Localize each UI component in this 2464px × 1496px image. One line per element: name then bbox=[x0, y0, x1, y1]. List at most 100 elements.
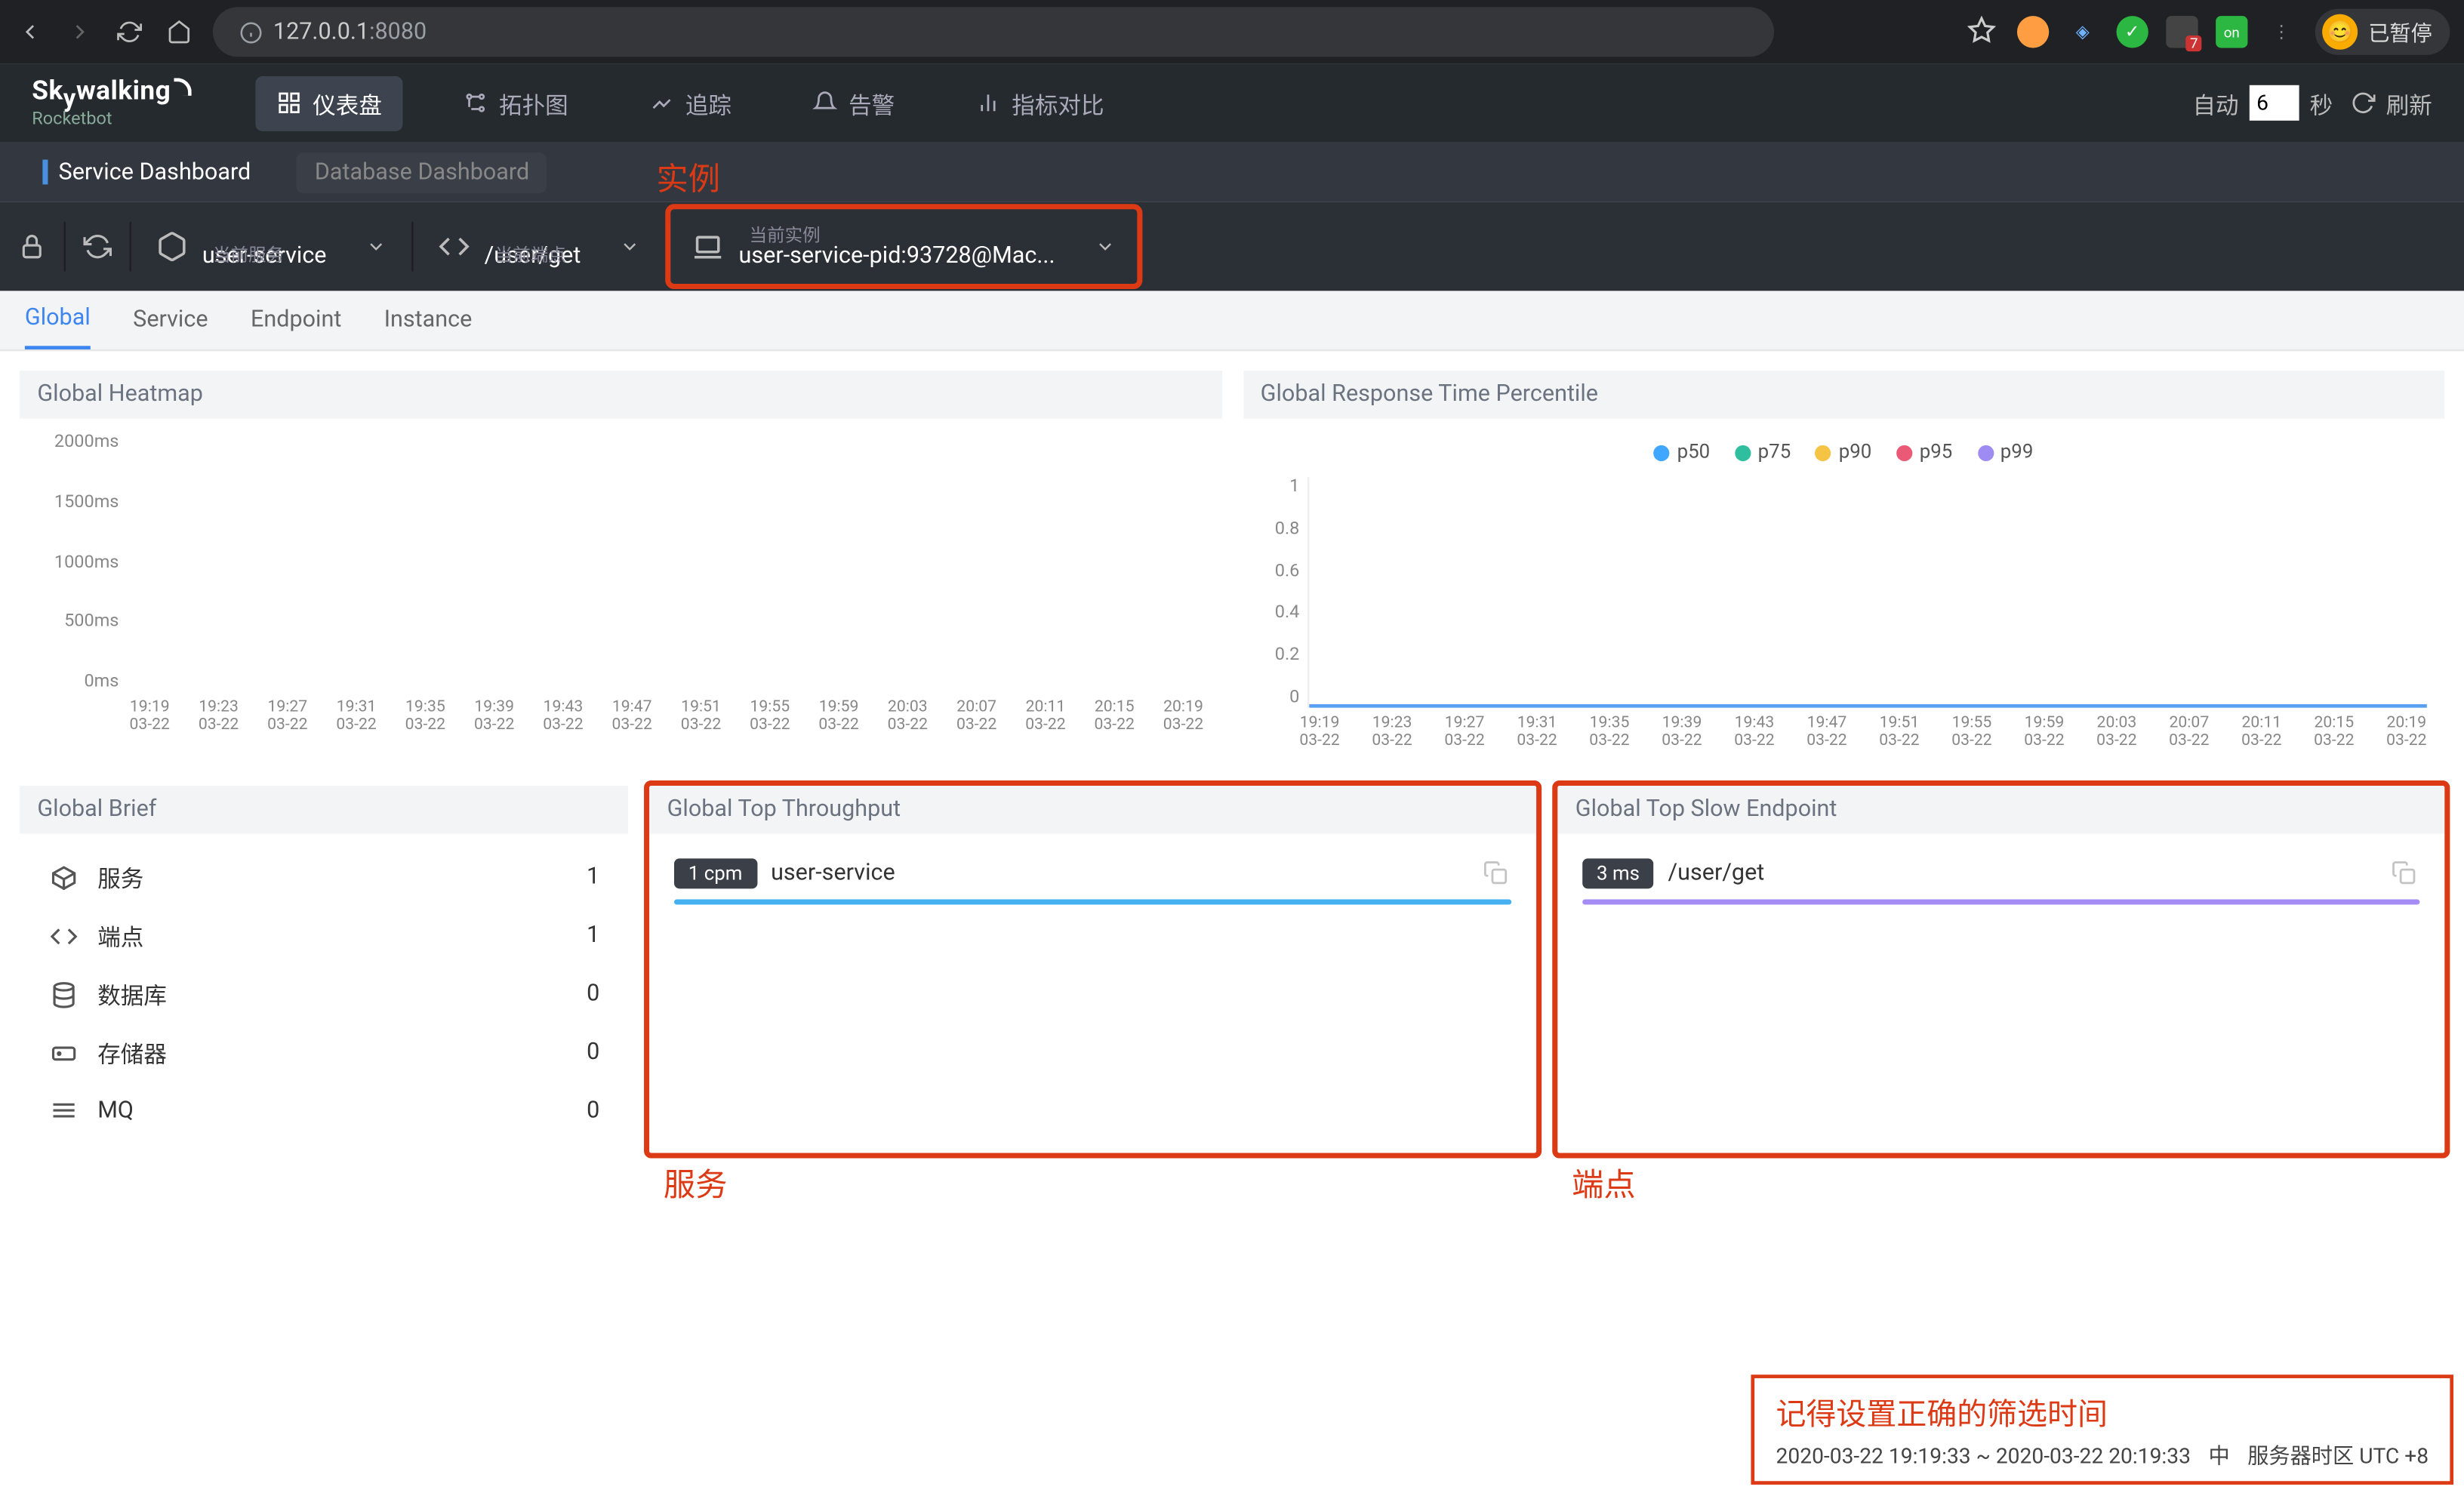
extension-icon[interactable] bbox=[2017, 16, 2049, 48]
seconds-unit: 秒 bbox=[2310, 86, 2333, 120]
panel-title: Global Brief bbox=[20, 786, 628, 833]
annotation-time: 记得设置正确的筛选时间 bbox=[1776, 1389, 2429, 1433]
panel-heatmap: Global Heatmap 2000ms1500ms1000ms500ms0m… bbox=[18, 369, 1224, 766]
instance-selector[interactable]: 当前实例 user-service-pid:93728@Mac... bbox=[668, 206, 1141, 288]
progress-bar bbox=[1582, 899, 2419, 904]
series-line bbox=[1308, 704, 2427, 708]
x-axis: 19:1903-2219:2303-2219:2703-2219:3103-22… bbox=[1299, 715, 2426, 750]
tab-instance[interactable]: Instance bbox=[384, 293, 473, 348]
brief-row: 数据库 0 bbox=[37, 965, 610, 1023]
copy-icon[interactable] bbox=[1483, 860, 1512, 888]
bookmark-star-icon[interactable] bbox=[1967, 16, 1999, 48]
cube-icon bbox=[156, 231, 188, 263]
time-range-footer: 记得设置正确的筛选时间 2020-03-22 19:19:33 ~ 2020-0… bbox=[1751, 1374, 2453, 1485]
reload-icon[interactable] bbox=[113, 16, 145, 48]
extension-icon[interactable]: 7 bbox=[2166, 16, 2198, 48]
panel-title: Global Response Time Percentile bbox=[1243, 371, 2444, 418]
lock-icon[interactable] bbox=[0, 214, 64, 279]
panel-global-brief: Global Brief 服务 1 端点 1 数据库 0 存储器 0 MQ 0 bbox=[18, 784, 630, 1155]
profile-paused[interactable]: 😊 已暂停 bbox=[2315, 9, 2450, 55]
address-bar[interactable]: 127.0.0.1:8080 bbox=[213, 7, 1774, 57]
endpoint-name: /user/get bbox=[1668, 860, 2377, 887]
extension-icon[interactable]: on bbox=[2216, 16, 2247, 48]
tab-global[interactable]: Global bbox=[25, 291, 91, 349]
tab-service-dashboard[interactable]: Service Dashboard bbox=[25, 152, 269, 192]
panel-percentile: Global Response Time Percentile p50p75p9… bbox=[1241, 369, 2447, 766]
list-item[interactable]: 1 cpm user-service bbox=[667, 848, 1519, 899]
seconds-input[interactable] bbox=[2250, 85, 2299, 121]
y-axis: 10.80.60.40.20 bbox=[1261, 477, 1300, 708]
mq-icon bbox=[48, 1094, 79, 1126]
home-icon[interactable] bbox=[163, 16, 195, 48]
metric-badge: 1 cpm bbox=[674, 858, 756, 888]
nav-topology[interactable]: 拓扑图 bbox=[442, 75, 590, 131]
db-icon bbox=[48, 978, 79, 1010]
reload-selector-icon[interactable] bbox=[66, 214, 130, 279]
nav-dashboard[interactable]: 仪表盘 bbox=[256, 75, 403, 131]
browser-chrome: 127.0.0.1:8080 ◈ ✓ 7 on ⋮ 😊 已暂停 bbox=[0, 0, 2464, 64]
selector-bar: 当前服务 user-service 当前端点 /user/get 当前实例 us… bbox=[0, 202, 2464, 291]
chevron-down-icon bbox=[620, 236, 641, 257]
app-header: Skywalking Rocketbot 仪表盘 拓扑图 追踪 告警 指标对比 … bbox=[0, 64, 2464, 142]
time-range[interactable]: 2020-03-22 19:19:33 ~ 2020-03-22 20:19:3… bbox=[1776, 1443, 2191, 1468]
server-timezone: 服务器时区 UTC +8 bbox=[2247, 1440, 2429, 1470]
brief-row: 端点 1 bbox=[37, 907, 610, 965]
nav-trace[interactable]: 追踪 bbox=[629, 75, 753, 131]
chevron-down-icon bbox=[1094, 236, 1115, 257]
nav-compare[interactable]: 指标对比 bbox=[955, 75, 1126, 131]
alarm-icon bbox=[813, 91, 838, 115]
panel-title: Global Top Throughput bbox=[649, 786, 1536, 833]
copy-icon[interactable] bbox=[2392, 860, 2420, 888]
chevron-down-icon bbox=[365, 236, 387, 257]
avatar-icon: 😊 bbox=[2322, 14, 2358, 50]
back-icon[interactable] bbox=[14, 16, 46, 48]
chart-legend: p50p75p90p95p99 bbox=[1261, 432, 2427, 477]
laptop-icon bbox=[692, 231, 724, 263]
annotation-instance: 实例 bbox=[656, 154, 720, 200]
panel-title: Global Heatmap bbox=[20, 371, 1221, 418]
compare-icon bbox=[976, 91, 1001, 115]
cube-icon bbox=[48, 861, 79, 893]
auto-label: 自动 bbox=[2192, 86, 2238, 120]
nav-alarm[interactable]: 告警 bbox=[792, 75, 916, 131]
brief-row: MQ 0 bbox=[37, 1082, 610, 1139]
forward-icon[interactable] bbox=[64, 16, 96, 48]
topology-icon bbox=[464, 91, 488, 115]
logo: Skywalking Rocketbot bbox=[32, 77, 192, 128]
annotation-endpoint: 端点 bbox=[1572, 1160, 1636, 1206]
tab-service[interactable]: Service bbox=[133, 293, 208, 348]
dashboard-icon bbox=[277, 91, 302, 115]
service-name: user-service bbox=[771, 860, 1469, 887]
tz-badge: 中 bbox=[2208, 1440, 2229, 1470]
x-axis: 19:1903-2219:2303-2219:2703-2219:3103-22… bbox=[130, 699, 1204, 734]
brief-row: 存储器 0 bbox=[37, 1023, 610, 1082]
paused-label: 已暂停 bbox=[2368, 17, 2432, 47]
code-icon bbox=[439, 231, 470, 263]
extension-icon[interactable]: ◈ bbox=[2067, 16, 2099, 48]
tab-database-dashboard[interactable]: Database Dashboard bbox=[297, 152, 547, 192]
y-axis: 2000ms1500ms1000ms500ms0ms bbox=[37, 432, 129, 691]
metric-badge: 3 ms bbox=[1582, 858, 1654, 888]
refresh-label[interactable]: 刷新 bbox=[2386, 86, 2432, 120]
tab-endpoint[interactable]: Endpoint bbox=[251, 293, 341, 348]
endpoint-selector[interactable]: 当前端点 /user/get bbox=[414, 224, 667, 269]
panel-top-slow-endpoint: Global Top Slow Endpoint 3 ms /user/get … bbox=[1556, 784, 2447, 1155]
list-item[interactable]: 3 ms /user/get bbox=[1575, 848, 2427, 899]
disk-icon bbox=[48, 1037, 79, 1069]
brief-row: 服务 1 bbox=[37, 848, 610, 907]
scope-tabs: Global Service Endpoint Instance bbox=[0, 291, 2464, 351]
active-bar-icon bbox=[42, 159, 48, 184]
dashboard-tab-row: Service Dashboard Database Dashboard bbox=[0, 142, 2464, 202]
service-selector[interactable]: 当前服务 user-service bbox=[131, 224, 411, 269]
progress-bar bbox=[674, 899, 1511, 904]
panel-title: Global Top Slow Endpoint bbox=[1557, 786, 2444, 833]
panel-top-throughput: Global Top Throughput 1 cpm user-service… bbox=[648, 784, 1538, 1155]
annotation-service: 服务 bbox=[664, 1160, 728, 1206]
info-icon[interactable] bbox=[238, 20, 263, 45]
url-text: 127.0.0.1:8080 bbox=[273, 19, 427, 45]
code-icon bbox=[48, 919, 79, 951]
extension-icon[interactable]: ✓ bbox=[2117, 16, 2148, 48]
refresh-icon[interactable] bbox=[2351, 91, 2376, 115]
extension-icon[interactable]: ⋮ bbox=[2265, 16, 2297, 48]
trace-icon bbox=[650, 91, 675, 115]
